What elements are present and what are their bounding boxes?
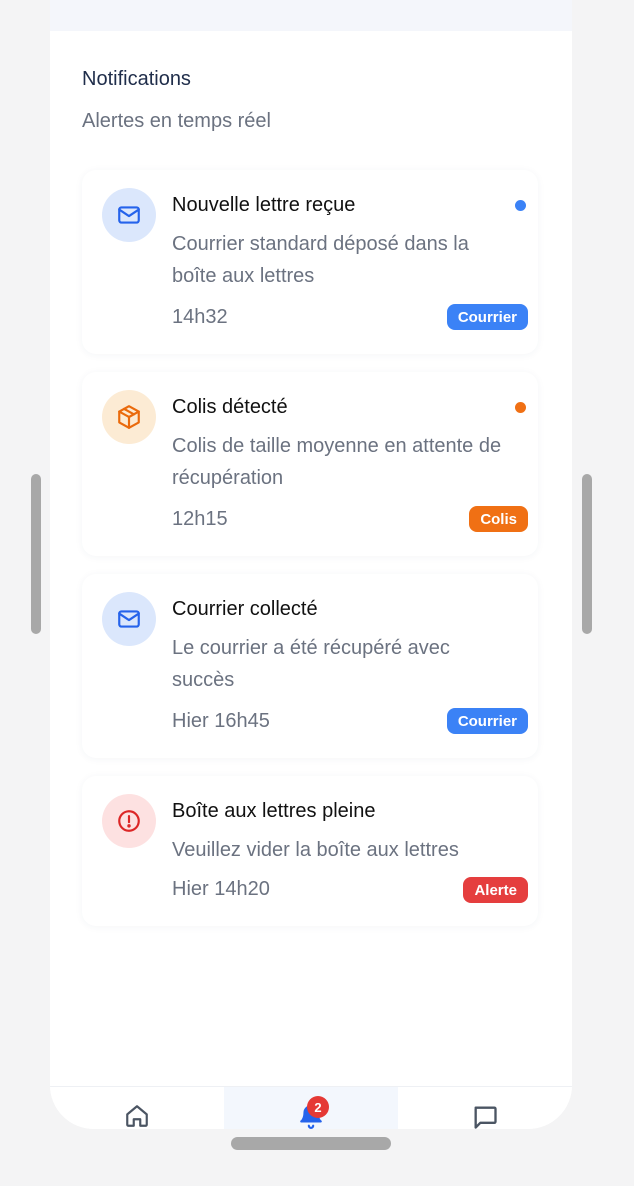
side-button-right	[582, 474, 592, 634]
category-badge: Courrier	[446, 708, 528, 734]
home-icon	[124, 1103, 150, 1129]
nav-notifications[interactable]: 2	[224, 1087, 398, 1129]
alert-circle-icon	[102, 794, 156, 848]
category-badge: Alerte	[463, 877, 528, 903]
home-indicator[interactable]	[231, 1137, 391, 1150]
notification-card-collected[interactable]: Courrier collecté Le courrier a été récu…	[82, 574, 538, 758]
notification-title: Boîte aux lettres pleine	[172, 800, 376, 822]
notification-card-parcel[interactable]: Colis détecté Colis de taille moyenne en…	[82, 372, 538, 556]
phone-screen: Notifications Alertes en temps réel Nouv…	[50, 0, 572, 1129]
notification-description: Courrier standard déposé dans la boîte a…	[172, 233, 469, 287]
notification-card-mailbox-full[interactable]: Boîte aux lettres pleine Veuillez vider …	[82, 776, 538, 926]
notification-time: Hier 16h45	[172, 710, 270, 732]
mail-icon	[102, 592, 156, 646]
nav-messages[interactable]	[398, 1087, 572, 1129]
category-badge: Colis	[469, 506, 528, 532]
unread-dot	[515, 402, 526, 413]
side-button-left	[31, 474, 41, 634]
message-icon	[471, 1103, 499, 1129]
page-title: Notifications	[82, 68, 191, 90]
package-icon	[102, 390, 156, 444]
status-bar	[50, 0, 572, 31]
notification-time: 12h15	[172, 508, 228, 530]
notification-time: Hier 14h20	[172, 878, 270, 900]
mail-icon	[102, 188, 156, 242]
notification-card-new-letter[interactable]: Nouvelle lettre reçue Courrier standard …	[82, 170, 538, 354]
notification-title: Nouvelle lettre reçue	[172, 194, 356, 216]
page-subtitle: Alertes en temps réel	[82, 110, 271, 132]
notification-time: 14h32	[172, 306, 228, 328]
notification-description: Veuillez vider la boîte aux lettres	[172, 839, 459, 861]
notification-description: Colis de taille moyenne en attente de ré…	[172, 435, 502, 489]
bottom-nav: 2	[50, 1086, 572, 1129]
notification-count-badge: 2	[307, 1096, 329, 1118]
notification-title: Colis détecté	[172, 396, 288, 418]
notification-title: Courrier collecté	[172, 598, 318, 620]
category-badge: Courrier	[446, 304, 528, 330]
notification-description: Le courrier a été récupéré avec succès	[172, 637, 450, 691]
nav-home[interactable]	[50, 1087, 224, 1129]
unread-dot	[515, 200, 526, 211]
